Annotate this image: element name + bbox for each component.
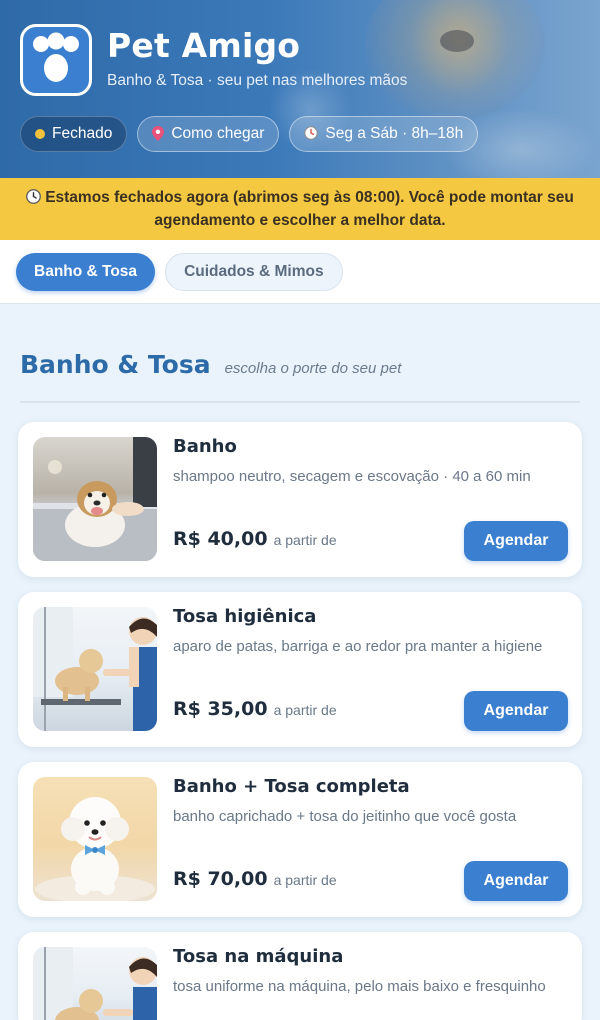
service-photo-grooming (33, 947, 157, 1020)
brand-title: Pet Amigo (107, 26, 301, 65)
service-photo-poodle (33, 777, 157, 901)
service-title: Tosa na máquina (173, 946, 344, 967)
service-price: R$ 40,00 a partir de (173, 528, 337, 550)
paw-logo-icon (20, 24, 92, 96)
hours-label: Seg a Sáb · 8h–18h (325, 125, 464, 142)
closed-notice-banner: Estamos fechados agora (abrimos seg às 0… (0, 178, 600, 240)
pin-icon (152, 125, 165, 143)
section-title: Banho & Tosa (20, 350, 211, 379)
directions-chip[interactable]: Como chegar (137, 116, 280, 152)
section-subtitle: escolha o porte do seu pet (224, 360, 402, 377)
service-card: Banho shampoo neutro, secagem e escovaçã… (18, 422, 582, 577)
hours-chip: Seg a Sáb · 8h–18h (289, 116, 479, 152)
section-divider (20, 401, 580, 403)
service-price: R$ 35,00 a partir de (173, 698, 337, 720)
header-banner: Pet Amigo Banho & Tosa · seu pet nas mel… (0, 0, 600, 178)
tab-cuidados-mimos[interactable]: Cuidados & Mimos (165, 252, 343, 291)
category-tabs: Banho & Tosa Cuidados & Mimos (0, 240, 600, 304)
service-description: shampoo neutro, secagem e escovação · 40… (173, 468, 531, 485)
service-photo-bath (33, 437, 157, 561)
book-button[interactable]: Agendar (464, 691, 568, 731)
service-card: Tosa na máquina tosa uniforme na máquina… (18, 932, 582, 1020)
book-button[interactable]: Agendar (464, 861, 568, 901)
price-value: R$ 35,00 (173, 698, 268, 720)
service-description: aparo de patas, barriga e ao redor pra m… (173, 638, 543, 655)
header-chips: Fechado Como chegar Seg a Sáb · 8h–18h (20, 116, 479, 152)
brand-subtitle: Banho & Tosa · seu pet nas melhores mãos (107, 72, 408, 89)
price-note: a partir de (273, 702, 337, 718)
price-note: a partir de (273, 872, 337, 888)
service-description: banho caprichado + tosa do jeitinho que … (173, 808, 517, 825)
service-price: R$ 70,00 a partir de (173, 868, 337, 890)
book-button[interactable]: Agendar (464, 521, 568, 561)
service-card: Banho + Tosa completa banho caprichado +… (18, 762, 582, 917)
service-title: Tosa higiênica (173, 606, 317, 627)
status-chip: Fechado (20, 116, 128, 152)
directions-label: Como chegar (171, 125, 265, 142)
price-value: R$ 40,00 (173, 528, 268, 550)
section-header: Banho & Tosa escolha o porte do seu pet (20, 350, 580, 379)
clock-icon (304, 126, 319, 142)
service-title: Banho (173, 436, 237, 457)
price-value: R$ 70,00 (173, 868, 268, 890)
service-photo-grooming (33, 607, 157, 731)
service-card: Tosa higiênica aparo de patas, barriga e… (18, 592, 582, 747)
tab-banho-tosa[interactable]: Banho & Tosa (16, 252, 156, 291)
service-title: Banho + Tosa completa (173, 776, 410, 797)
status-dot-icon (35, 129, 45, 139)
service-description: tosa uniforme na máquina, pelo mais baix… (173, 978, 546, 995)
notice-text: Estamos fechados agora (abrimos seg às 0… (45, 189, 574, 229)
status-label: Fechado (52, 125, 113, 142)
price-note: a partir de (273, 532, 337, 548)
clock-icon (26, 189, 42, 210)
